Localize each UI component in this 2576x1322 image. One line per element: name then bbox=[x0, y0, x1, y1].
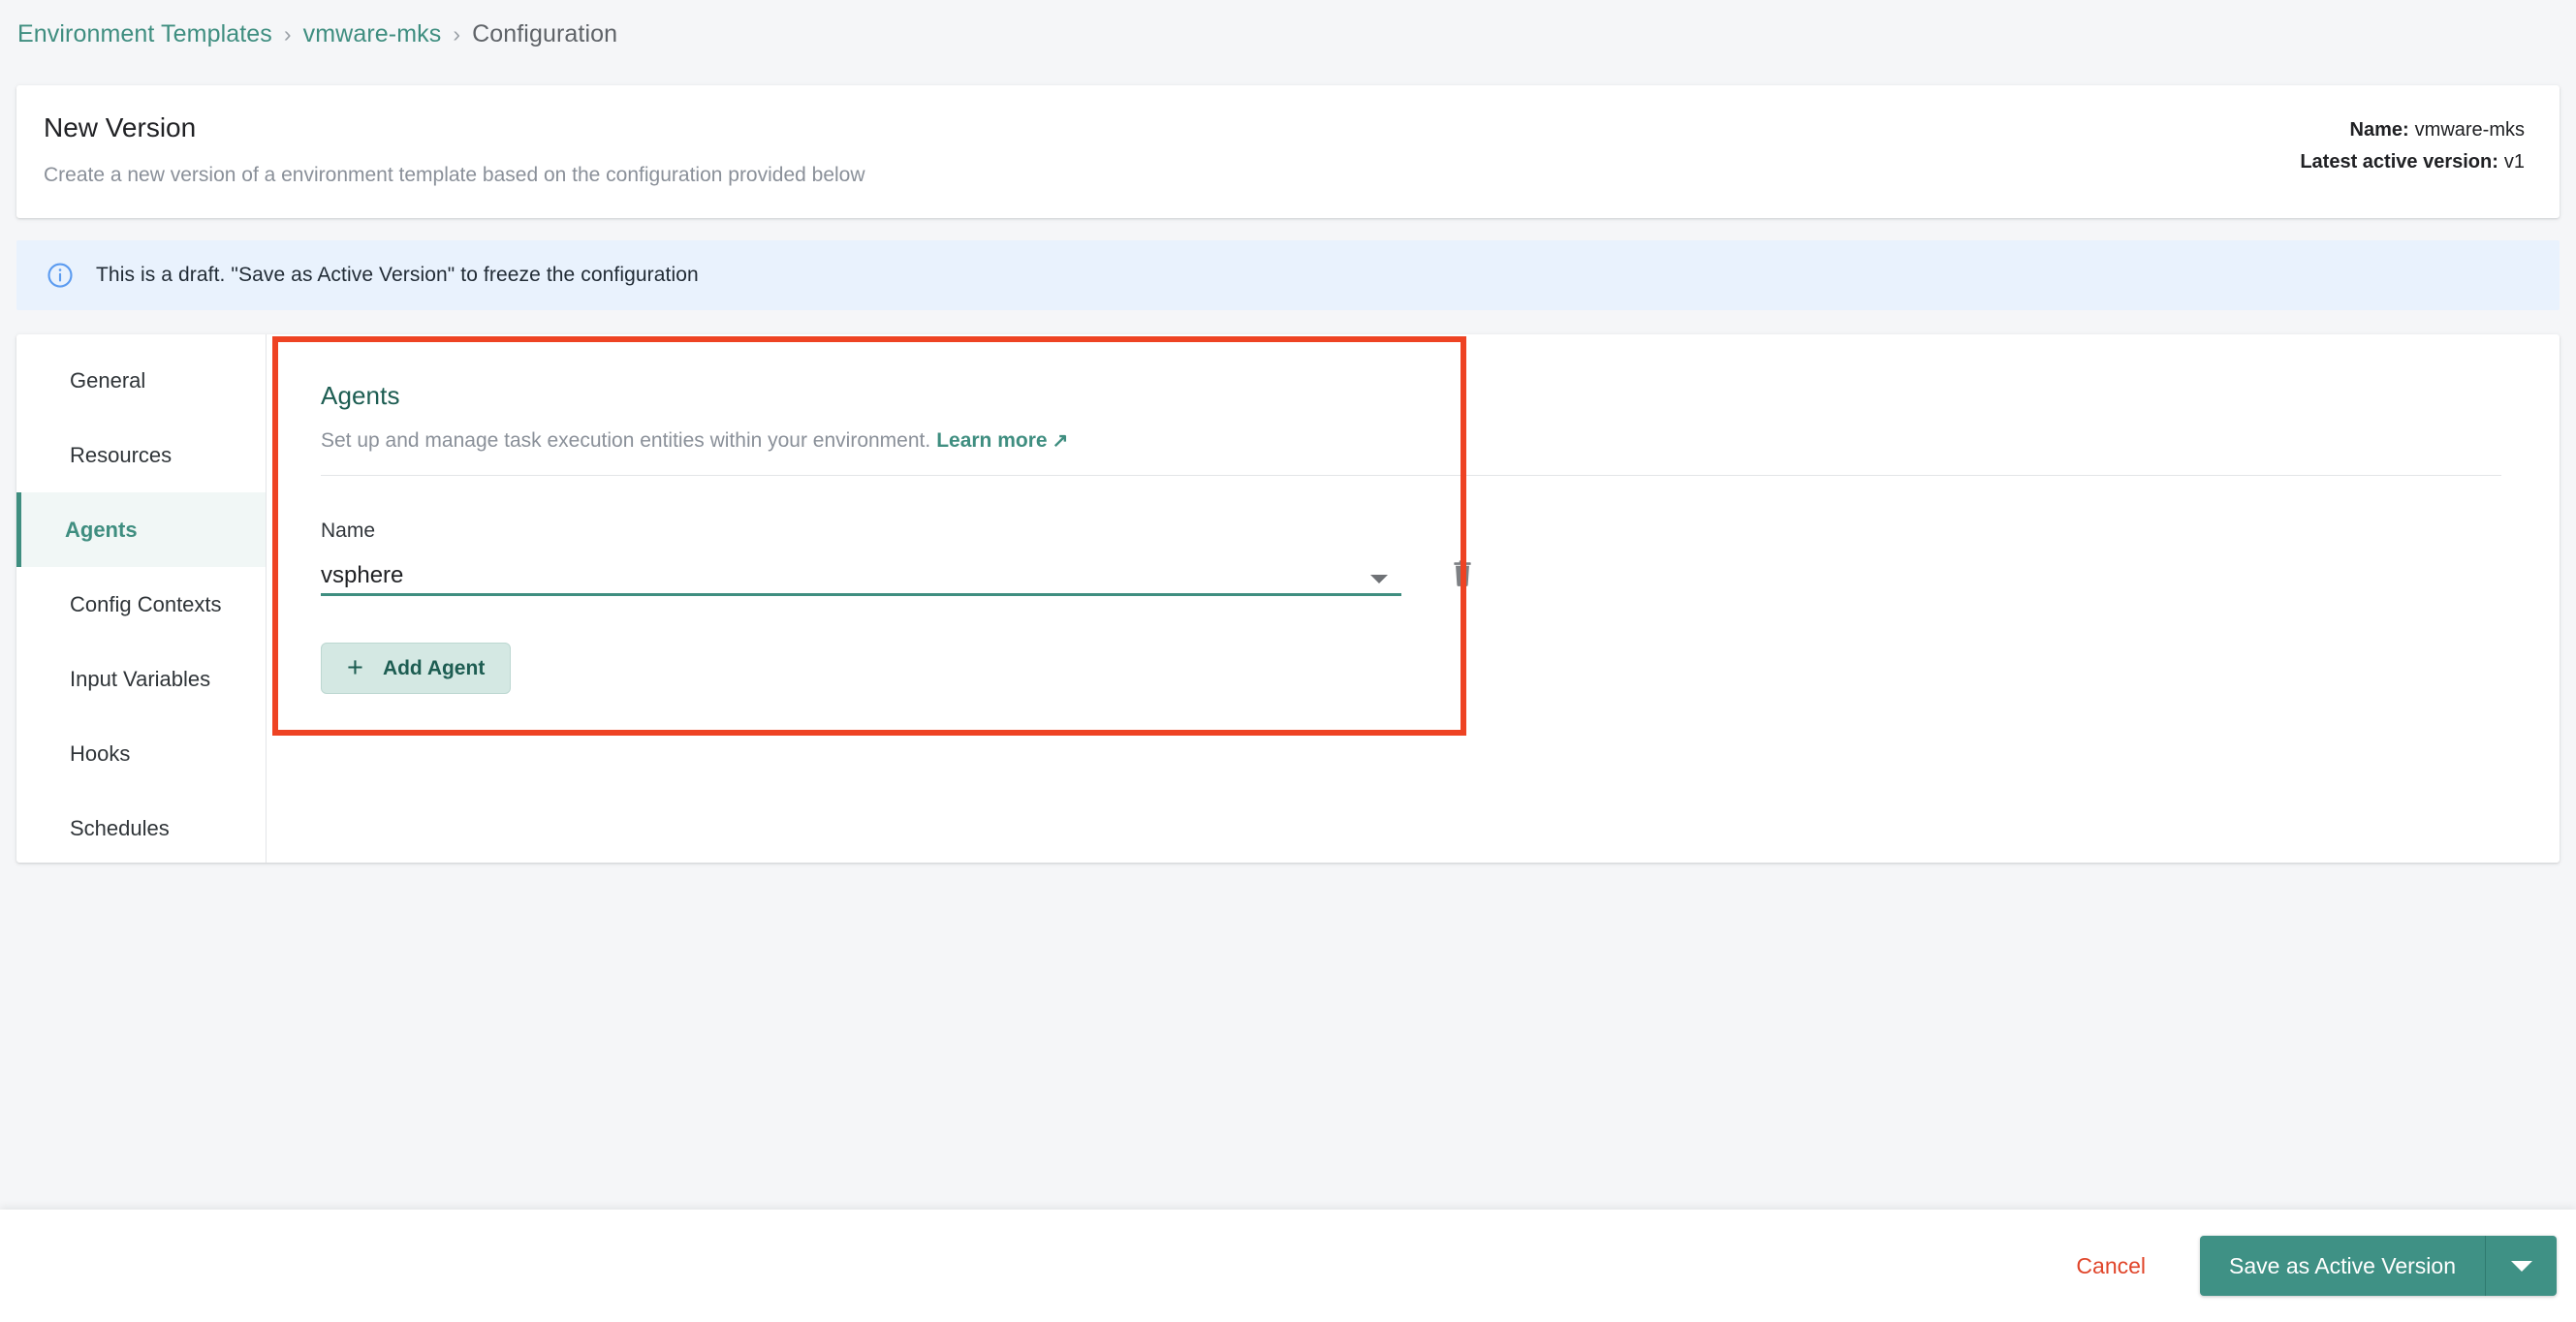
sidebar-item-general[interactable]: General bbox=[16, 343, 266, 418]
save-as-active-version-button[interactable]: Save as Active Version bbox=[2200, 1236, 2485, 1296]
trash-icon bbox=[1450, 559, 1475, 588]
page-subtitle: Create a new version of a environment te… bbox=[44, 164, 865, 186]
sidebar-item-input-variables[interactable]: Input Variables bbox=[16, 642, 266, 716]
sidebar-item-label: Schedules bbox=[70, 815, 170, 840]
breadcrumb: Environment Templates › vmware-mks › Con… bbox=[17, 16, 617, 52]
meta-name-value: vmware-mks bbox=[2414, 119, 2525, 141]
sidebar-item-resources[interactable]: Resources bbox=[16, 418, 266, 492]
agents-panel: Agents Set up and manage task execution … bbox=[267, 334, 2560, 863]
meta-version-row: Latest active version: v1 bbox=[2300, 146, 2525, 178]
configuration-card: General Resources Agents Config Contexts… bbox=[16, 334, 2560, 863]
learn-more-label: Learn more bbox=[936, 429, 1048, 452]
banner-text: This is a draft. "Save as Active Version… bbox=[96, 264, 699, 286]
meta-version-value: v1 bbox=[2503, 151, 2525, 173]
sidebar-item-label: Agents bbox=[65, 517, 138, 542]
agent-name-field-wrapper: Name vsphere bbox=[321, 519, 1401, 596]
plus-icon: + bbox=[347, 652, 363, 683]
save-button-label: Save as Active Version bbox=[2229, 1252, 2456, 1278]
info-circle-icon bbox=[46, 261, 75, 290]
panel-divider bbox=[321, 475, 2501, 476]
sidebar-item-config-contexts[interactable]: Config Contexts bbox=[16, 567, 266, 642]
meta-name-row: Name: vmware-mks bbox=[2300, 114, 2525, 146]
meta-name-label: Name: bbox=[2349, 119, 2409, 141]
agent-name-value: vsphere bbox=[321, 561, 404, 588]
add-agent-label: Add Agent bbox=[382, 656, 486, 679]
breadcrumb-separator: › bbox=[283, 20, 292, 47]
chevron-down-icon bbox=[2510, 1260, 2532, 1272]
chevron-down-icon bbox=[1370, 575, 1388, 583]
sidebar-item-label: General bbox=[70, 367, 146, 393]
agent-row: Name vsphere bbox=[321, 519, 1481, 596]
draft-info-banner: This is a draft. "Save as Active Version… bbox=[16, 240, 2560, 310]
add-agent-button[interactable]: + Add Agent bbox=[321, 643, 512, 694]
sidebar-item-agents[interactable]: Agents bbox=[16, 492, 266, 567]
sidebar-item-label: Resources bbox=[70, 442, 173, 467]
meta-version-label: Latest active version: bbox=[2300, 151, 2498, 173]
save-as-active-version-split-button[interactable]: Save as Active Version bbox=[2200, 1236, 2557, 1296]
agent-name-select[interactable]: vsphere bbox=[321, 557, 1401, 596]
breadcrumb-link-vmware-mks[interactable]: vmware-mks bbox=[303, 20, 442, 48]
learn-more-link[interactable]: Learn more ↗ bbox=[936, 429, 1068, 452]
cancel-button[interactable]: Cancel bbox=[2051, 1243, 2171, 1289]
panel-description-row: Set up and manage task execution entitie… bbox=[321, 428, 2560, 454]
breadcrumb-link-environment-templates[interactable]: Environment Templates bbox=[17, 20, 272, 48]
sidebar-item-label: Hooks bbox=[70, 740, 131, 766]
sidebar-item-hooks[interactable]: Hooks bbox=[16, 716, 266, 791]
panel-title: Agents bbox=[321, 381, 400, 410]
save-options-dropdown-button[interactable] bbox=[2485, 1236, 2557, 1296]
external-link-icon: ↗ bbox=[1052, 430, 1069, 452]
sidebar-item-label: Config Contexts bbox=[70, 591, 222, 616]
header-text-block: New Version Create a new version of a en… bbox=[16, 85, 865, 218]
delete-agent-button[interactable] bbox=[1444, 555, 1481, 592]
configuration-sidebar: General Resources Agents Config Contexts… bbox=[16, 334, 267, 863]
header-card: New Version Create a new version of a en… bbox=[16, 85, 2560, 218]
footer-action-bar: Cancel Save as Active Version bbox=[0, 1210, 2576, 1322]
header-meta: Name: vmware-mks Latest active version: v1 bbox=[2300, 85, 2560, 218]
sidebar-item-label: Input Variables bbox=[70, 666, 211, 691]
page-title: New Version bbox=[44, 112, 197, 142]
agent-name-label: Name bbox=[321, 519, 376, 542]
breadcrumb-current-configuration: Configuration bbox=[472, 19, 618, 47]
breadcrumb-separator: › bbox=[453, 20, 461, 47]
sidebar-item-schedules[interactable]: Schedules bbox=[16, 791, 266, 863]
panel-description: Set up and manage task execution entitie… bbox=[321, 429, 931, 452]
